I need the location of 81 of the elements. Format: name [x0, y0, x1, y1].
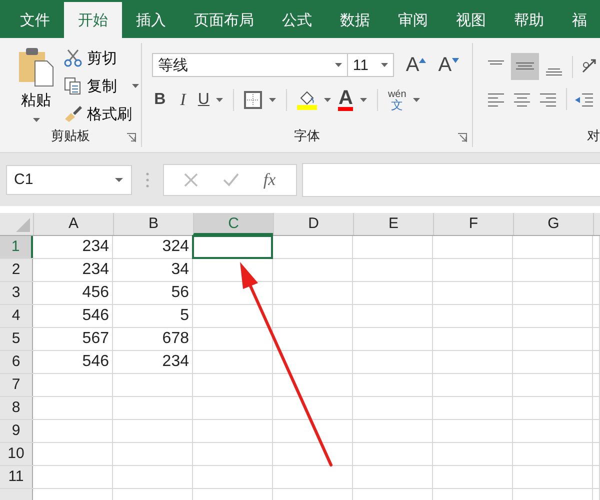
row-header[interactable]: 9	[0, 420, 33, 442]
row-header[interactable]: 4	[0, 305, 33, 327]
italic-button[interactable]: I	[174, 90, 191, 110]
bold-button[interactable]: B	[152, 91, 168, 109]
column-header[interactable]: F	[433, 213, 513, 235]
font-color-button[interactable]: A	[338, 89, 353, 111]
paste-button[interactable]: 粘贴	[14, 47, 58, 125]
formula-input[interactable]	[302, 162, 600, 196]
shrink-font-button[interactable]: A	[438, 54, 459, 76]
row-header[interactable]: 1	[0, 236, 33, 258]
column-header[interactable]: E	[353, 213, 433, 235]
grip-icon	[146, 172, 149, 188]
ribbon-tab[interactable]: 页面布局	[180, 2, 268, 38]
insert-function-button[interactable]: fx	[263, 170, 276, 190]
name-box[interactable]: C1	[6, 164, 132, 194]
ribbon-tab[interactable]: 公式	[268, 2, 326, 38]
border-icon[interactable]	[244, 91, 262, 109]
table-cell: 546	[33, 305, 113, 327]
caret-icon	[360, 98, 367, 102]
row-header[interactable]: 6	[0, 351, 33, 373]
ribbon-tab[interactable]: 福	[558, 2, 600, 38]
font-name-field[interactable]: 等线	[152, 53, 348, 77]
clipboard-icon	[18, 47, 54, 87]
caret-icon	[216, 98, 224, 102]
copy-button[interactable]: 复制	[64, 75, 139, 97]
grow-font-button[interactable]: A	[406, 54, 426, 76]
ribbon-tab[interactable]: 数据	[326, 2, 384, 38]
ribbon-tab[interactable]: 视图	[442, 2, 500, 38]
table-cell: 56	[113, 282, 193, 304]
column-header[interactable]: G	[513, 213, 593, 235]
check-icon[interactable]	[222, 172, 239, 186]
caret-icon[interactable]	[32, 118, 40, 122]
group-label: 字体	[294, 127, 320, 145]
table-cell: 5	[113, 305, 193, 327]
column-header[interactable]: A	[33, 213, 113, 235]
group-label: 剪贴板	[50, 127, 90, 145]
ribbon-tab[interactable]: 审阅	[384, 2, 442, 38]
table-cell: 678	[113, 328, 193, 350]
dialog-launcher-icon[interactable]	[126, 133, 136, 142]
table-cell: 567	[33, 328, 113, 350]
phonetic-guide-button[interactable]: wén 文	[388, 90, 406, 110]
row-header[interactable]: 7	[0, 374, 33, 396]
table-cell: 234	[113, 351, 193, 373]
underline-button[interactable]: U	[198, 91, 210, 109]
caret-icon	[324, 98, 332, 102]
ribbon-tab[interactable]: 开始	[64, 2, 122, 38]
row-header[interactable]: 2	[0, 259, 33, 281]
format-painter-button[interactable]: 格式刷	[64, 103, 139, 125]
column-header[interactable]: D	[273, 213, 353, 235]
ribbon-tab[interactable]: 帮助	[500, 2, 558, 38]
table-cell: 234	[33, 236, 113, 258]
cut-button[interactable]: 剪切	[64, 47, 139, 69]
caret-icon[interactable]	[334, 63, 342, 67]
group-label: 对	[587, 127, 600, 145]
row-header[interactable]: 5	[0, 328, 33, 350]
caret-icon[interactable]	[132, 84, 139, 88]
table-cell: 324	[113, 236, 193, 258]
column-header[interactable]: C	[193, 213, 273, 235]
table-cell: 234	[33, 259, 113, 281]
row-header[interactable]: 3	[0, 282, 33, 304]
ribbon-tab[interactable]: 文件	[6, 2, 64, 38]
row-header[interactable]: 11	[0, 466, 33, 488]
dialog-launcher-icon[interactable]	[458, 133, 467, 142]
table-cell: 456	[33, 282, 113, 304]
copy-icon	[64, 77, 82, 95]
caret-icon[interactable]	[380, 63, 388, 67]
font-size-field[interactable]: 11	[346, 53, 394, 77]
up-triangle-icon	[419, 58, 426, 62]
table-cell: 34	[113, 259, 193, 281]
caret-icon[interactable]	[115, 178, 123, 182]
caret-icon	[269, 98, 276, 102]
table-cell: 546	[33, 351, 113, 373]
middle-align-icon[interactable]	[511, 53, 539, 80]
brush-icon	[64, 105, 82, 123]
down-triangle-icon	[452, 58, 459, 62]
ribbon-tab[interactable]: 插入	[122, 2, 180, 38]
row-header[interactable]: 8	[0, 397, 33, 419]
caret-icon	[413, 98, 420, 102]
scissors-icon	[64, 49, 82, 67]
row-header[interactable]: 10	[0, 443, 33, 465]
fill-color-icon[interactable]	[297, 90, 318, 110]
